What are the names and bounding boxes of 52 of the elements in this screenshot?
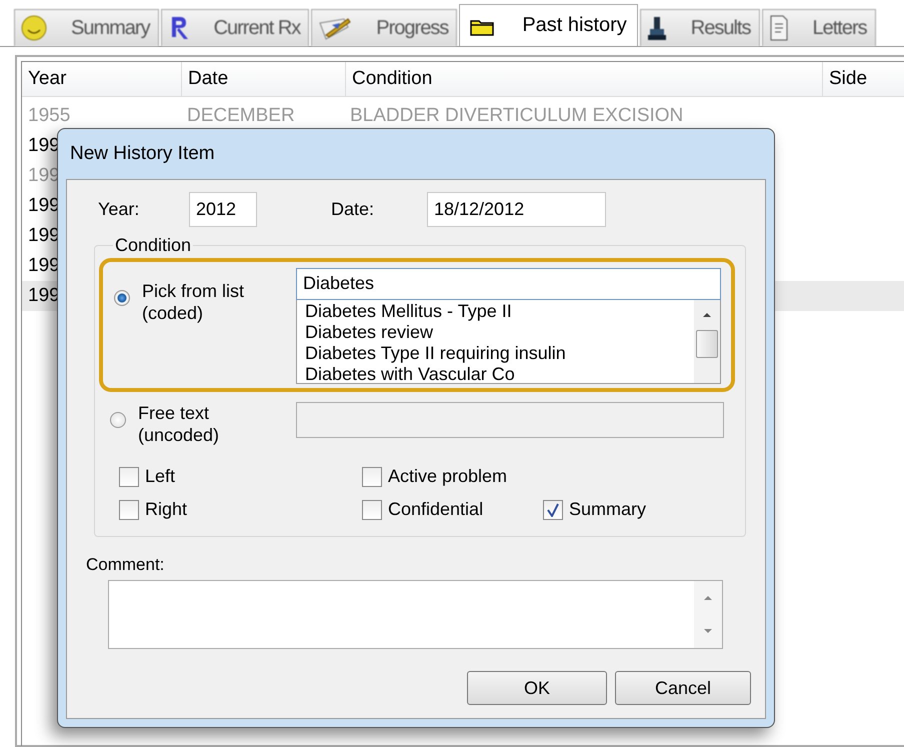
option-label: Free text (uncoded)	[138, 402, 220, 446]
checkbox[interactable]	[543, 500, 563, 520]
dialog-button[interactable]: OK	[467, 671, 607, 705]
column-header[interactable]: Year	[22, 62, 182, 96]
field-label: Comment:	[86, 555, 164, 575]
up-arrow-icon	[703, 594, 713, 601]
search-field[interactable]: Diabetes	[296, 268, 721, 300]
tab[interactable]: Letters	[762, 9, 876, 46]
smiley-icon	[21, 15, 47, 41]
checkbox[interactable]	[119, 500, 139, 520]
checkbox-label: Summary	[569, 499, 646, 520]
window-title: New History Item	[69, 142, 215, 166]
date-field[interactable]: 18/12/2012	[427, 192, 606, 227]
radio-button[interactable]	[114, 290, 130, 306]
tab[interactable]: Current Rx	[160, 9, 310, 46]
document-icon	[768, 15, 788, 41]
checkbox-label: Left	[145, 466, 176, 487]
year-field[interactable]: 2012	[189, 192, 257, 227]
column-header[interactable]: Condition	[346, 62, 823, 96]
list-item[interactable]: Diabetes Type II requiring insulin	[305, 342, 694, 364]
checkbox[interactable]	[362, 466, 382, 486]
checkbox-label: Confidential	[388, 499, 484, 520]
column-header[interactable]: Date	[182, 62, 346, 96]
table-cell-text: BLADDER DIVERTICULUM EXCISION	[349, 104, 684, 128]
group-label: Condition	[114, 235, 192, 256]
radio-button[interactable]	[110, 412, 126, 428]
field-label: Date:	[331, 199, 376, 220]
tab[interactable]: Past history	[459, 4, 638, 46]
column-header[interactable]: Side	[823, 62, 904, 96]
scrollbar[interactable]	[694, 581, 722, 648]
tab[interactable]: Summary	[14, 9, 159, 46]
list-item[interactable]: Diabetes Mellitus - Type II	[305, 300, 694, 322]
list-item[interactable]: Diabetes review	[305, 322, 694, 343]
dialog-button[interactable]: Cancel	[615, 671, 751, 705]
list-item[interactable]: Diabetes with Vascular Co	[305, 364, 694, 383]
table-cell-text: 1955	[27, 104, 72, 128]
scrollbar[interactable]	[694, 300, 720, 383]
checkbox-label: Right	[145, 499, 188, 520]
down-arrow-icon	[703, 628, 713, 634]
checkbox[interactable]	[119, 466, 139, 486]
option-label: Pick from list (coded)	[142, 280, 246, 324]
up-arrow-icon	[702, 312, 712, 318]
checkbox-label: Active problem	[388, 466, 508, 487]
field-label: Year:	[98, 199, 140, 220]
comment-field[interactable]	[108, 580, 723, 649]
scroll-thumb[interactable]	[696, 330, 718, 358]
microscope-icon	[646, 15, 667, 41]
table-cell-text: DECEMBER	[186, 104, 296, 128]
checkbox[interactable]	[362, 500, 382, 520]
tab[interactable]: Progress	[311, 9, 458, 46]
tab[interactable]: Results	[640, 9, 760, 46]
check-icon	[546, 502, 560, 516]
